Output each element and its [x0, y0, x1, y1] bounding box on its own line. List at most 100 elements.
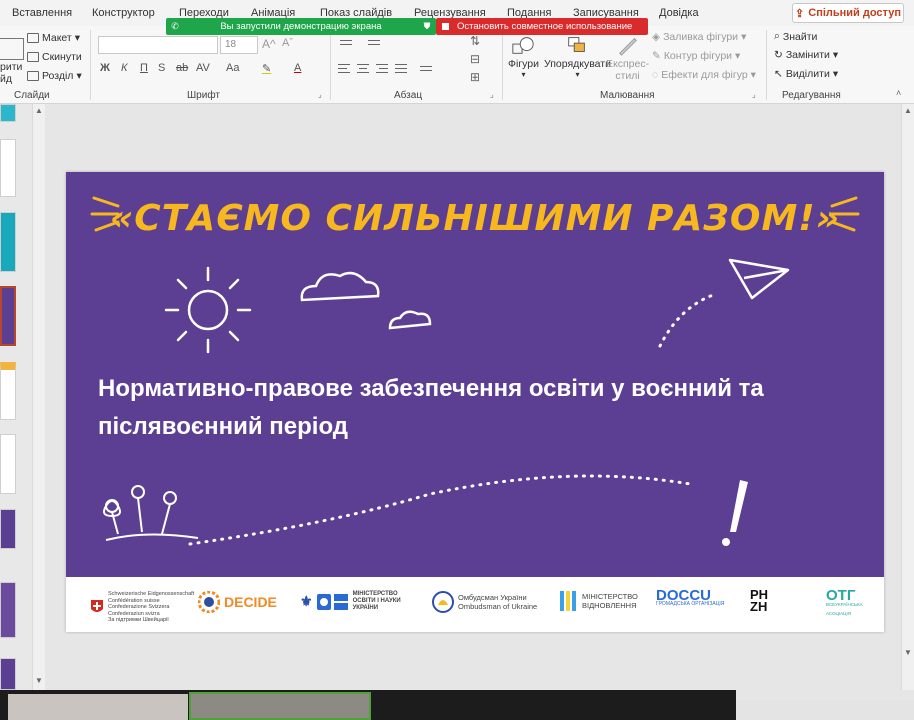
section-button[interactable]: Розділ ▾ [27, 70, 82, 82]
collapse-ribbon-icon[interactable]: ˄ [896, 88, 901, 98]
slide-thumbnail-pane [0, 104, 32, 690]
sun-icon [164, 266, 252, 354]
find-label: Знайти [782, 30, 818, 43]
text-direction-icon[interactable]: ⇅ [470, 34, 480, 48]
slide-canvas[interactable]: «СТАЄМО СИЛЬНІШИМИ РАЗОМ!» Нормативно-пр… [66, 172, 884, 632]
change-case-button[interactable]: Aa [226, 62, 239, 74]
cloud-icon [300, 271, 380, 302]
thumbnail-scrollbar[interactable]: ▲ ▼ [32, 104, 45, 690]
otg-subtext: ВСЕУКРАЇНСЬКА АСОЦІАЦІЯ [826, 602, 863, 616]
reset-label: Скинути [42, 51, 82, 63]
flowers-icon [103, 485, 199, 541]
ribbon-divider [766, 30, 767, 100]
slide-thumbnail[interactable] [0, 139, 16, 197]
highlight-icon[interactable]: ✎ [262, 62, 271, 75]
mon-mark-icon [316, 593, 348, 610]
replace-button[interactable]: ↻ Замінити ▾ [774, 49, 838, 61]
new-slide-label-2[interactable]: йд [0, 73, 12, 85]
paint-bucket-icon: ◈ [652, 31, 661, 43]
chevron-down-icon: ▾ [741, 31, 747, 43]
chevron-down-icon: ▾ [74, 32, 80, 44]
arrange-button[interactable]: Упорядкувати ▾ [544, 34, 611, 79]
partner-logos: Schweizerische Eidgenossenschaft Confédé… [66, 577, 884, 632]
section-label: Розділ [42, 70, 74, 82]
decide-mark-icon [198, 591, 220, 613]
tab-design[interactable]: Конструктор [92, 7, 155, 19]
shape-effects-label: Ефекти для фігур [661, 69, 748, 81]
dialog-launcher-icon[interactable]: ⌟ [318, 90, 322, 99]
shape-fill-button[interactable]: ◈ Заливка фігури ▾ [652, 31, 746, 43]
shapes-button[interactable]: Фігури ▾ [508, 34, 539, 79]
cursor-icon: ↖ [774, 68, 783, 80]
new-slide-icon[interactable] [0, 38, 24, 60]
slide-thumbnail[interactable] [0, 658, 16, 690]
font-color-button[interactable]: A [294, 62, 301, 74]
quick-styles-icon [618, 37, 637, 56]
shadow-button[interactable]: S [158, 62, 165, 74]
participant-video[interactable] [8, 694, 188, 720]
group-label-paragraph: Абзац [394, 90, 423, 101]
participant-video-active[interactable] [189, 692, 371, 720]
minvidn-text: ВІДНОВЛЕННЯ [582, 601, 637, 610]
quick-styles-label-2: стилі [615, 70, 640, 82]
chevron-down-icon: ▾ [735, 50, 741, 62]
shape-outline-button[interactable]: ✎ Контур фігури ▾ [652, 50, 740, 62]
slide-thumbnail-selected[interactable] [0, 286, 16, 346]
find-button[interactable]: ⌕ Знайти [774, 30, 817, 43]
shapes-icon [512, 37, 535, 54]
slide-thumbnail[interactable] [0, 582, 16, 638]
decrease-font-icon[interactable]: Aˇ [282, 37, 293, 49]
smartart-icon[interactable]: ⊞ [470, 70, 480, 84]
layout-button[interactable]: Макет ▾ [27, 32, 80, 44]
scroll-up-icon[interactable]: ▲ [904, 106, 912, 115]
slide-thumbnail[interactable] [0, 509, 16, 549]
font-name-field[interactable] [98, 36, 218, 54]
scroll-down-icon[interactable]: ▼ [904, 648, 912, 657]
increase-font-icon[interactable]: A^ [262, 37, 276, 51]
share-button-label: Спільний доступ [808, 7, 901, 19]
ribbon-divider [502, 30, 503, 100]
tab-help[interactable]: Довідка [659, 7, 699, 19]
align-text-icon[interactable]: ⊟ [470, 52, 480, 66]
otg-logo: ОТГ ВСЕУКРАЇНСЬКА АСОЦІАЦІЯ [826, 588, 884, 618]
slide-thumbnail[interactable] [0, 104, 16, 122]
bold-button[interactable]: Ж [100, 62, 110, 74]
new-slide-label-1[interactable]: рити [0, 61, 22, 73]
strikethrough-button[interactable]: ab [176, 62, 188, 74]
slide-thumbnail[interactable] [0, 362, 16, 420]
shape-outline-label: Контур фігури [663, 50, 733, 62]
quick-styles-button[interactable]: Експрес- стилі [606, 34, 649, 82]
shape-effects-button[interactable]: ◌ Ефекти для фігур ▾ [652, 69, 756, 81]
slide-subtitle[interactable]: Нормативно-правове забезпечення освіти у… [98, 370, 878, 446]
slide-title[interactable]: «СТАЄМО СИЛЬНІШИМИ РАЗОМ!» [66, 198, 884, 239]
status-bar [736, 700, 914, 720]
slide-thumbnail[interactable] [0, 434, 16, 494]
swiss-text: Schweizerische Eidgenossenschaft [108, 591, 195, 597]
arrange-label: Упорядкувати [544, 58, 611, 70]
tab-insert[interactable]: Вставлення [12, 7, 72, 19]
select-button[interactable]: ↖ Виділити ▾ [774, 68, 838, 80]
italic-button[interactable]: К [121, 62, 127, 74]
swiss-flag-icon [91, 600, 103, 613]
chevron-down-icon: ▾ [832, 68, 839, 80]
minvidn-text: МІНІСТЕРСТВО [582, 592, 638, 601]
share-button[interactable]: ⇪ Спільний доступ [792, 3, 904, 23]
underline-button[interactable]: П [140, 62, 148, 74]
ombudsman-logo: Омбудсман України Ombudsman of Ukraine [432, 591, 537, 613]
chevron-down-icon: ▾ [750, 69, 756, 81]
slide-thumbnail[interactable] [0, 212, 16, 272]
dialog-launcher-icon[interactable]: ⌟ [490, 90, 494, 99]
slide-scrollbar[interactable]: ▲ ▼ [901, 104, 914, 690]
dialog-launcher-icon[interactable]: ⌟ [752, 90, 756, 99]
scroll-up-icon[interactable]: ▲ [35, 106, 43, 115]
chevron-down-icon: ▾ [521, 70, 526, 79]
reset-button[interactable]: Скинути [27, 51, 82, 63]
mon-text: МІНІСТЕРСТВО [352, 591, 398, 597]
char-spacing-button[interactable]: AV [196, 62, 210, 74]
stop-sharing-button[interactable]: Остановить совместное использование [436, 18, 648, 35]
subtitle-line: Нормативно-правове забезпечення освіти у… [98, 375, 764, 402]
share-icon: ⇪ [795, 7, 805, 20]
scroll-down-icon[interactable]: ▼ [35, 676, 43, 685]
font-size-field[interactable]: 18 [220, 36, 258, 54]
dotted-trail [188, 474, 692, 546]
